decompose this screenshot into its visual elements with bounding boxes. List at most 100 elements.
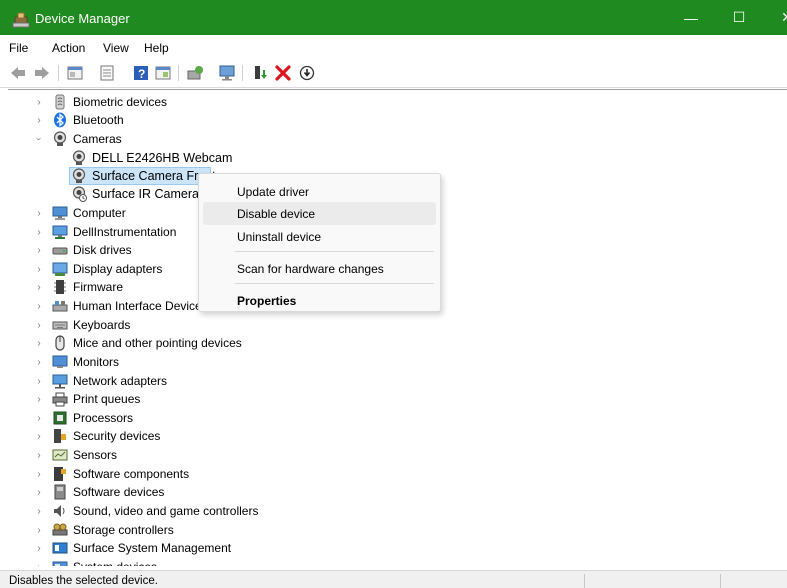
properties-view-icon[interactable] — [66, 64, 84, 82]
tree-item-label: Sensors — [73, 448, 118, 462]
tree-item-cameras[interactable]: › Cameras — [0, 130, 400, 148]
expand-chevron-icon[interactable]: › — [34, 562, 44, 567]
tree-item-label: DELL E2426HB Webcam — [92, 151, 233, 165]
computer-icon — [52, 205, 68, 221]
expand-chevron-icon[interactable]: › — [34, 413, 44, 424]
collapse-chevron-icon[interactable]: › — [34, 134, 45, 144]
expand-chevron-icon[interactable]: › — [34, 301, 44, 312]
mouse-icon — [52, 335, 68, 351]
software-device-icon — [52, 484, 68, 500]
security-device-icon — [52, 428, 68, 444]
tree-item-system-device[interactable]: › System devices — [0, 558, 400, 566]
tree-item-processor[interactable]: › Processors — [0, 409, 400, 427]
tree-item-label: Mice and other pointing devices — [73, 336, 242, 350]
tree-top-border — [8, 89, 787, 90]
expand-chevron-icon[interactable]: › — [34, 245, 44, 256]
tree-item-label: Cameras — [73, 132, 122, 146]
tree-item-label: Software devices — [73, 485, 165, 499]
toolbar-separator — [178, 65, 179, 81]
context-menu-update-driver[interactable]: Update driver — [203, 180, 436, 203]
expand-chevron-icon[interactable]: › — [34, 208, 44, 219]
menu-file[interactable]: File — [9, 41, 28, 55]
tree-item-bluetooth[interactable]: › Bluetooth — [0, 111, 400, 129]
tree-item-storage-controller[interactable]: › Storage controllers — [0, 521, 400, 539]
context-menu-uninstall-device[interactable]: Uninstall device — [203, 225, 436, 248]
forward-arrow-icon[interactable] — [33, 64, 51, 82]
menu-help[interactable]: Help — [144, 41, 169, 55]
disk-drive-icon — [52, 242, 68, 258]
update-driver-icon[interactable] — [186, 64, 204, 82]
tree-item-printer[interactable]: › Print queues — [0, 390, 400, 408]
device-tree[interactable]: › Biometric devices › Bluetooth › Camera… — [0, 91, 787, 566]
menu-bar: File Action View Help — [0, 36, 787, 58]
expand-chevron-icon[interactable]: › — [34, 525, 44, 536]
expand-chevron-icon[interactable]: › — [34, 338, 44, 349]
tree-item-label: Computer — [73, 206, 126, 220]
toolbar-separator — [242, 65, 243, 81]
expand-chevron-icon[interactable]: › — [34, 282, 44, 293]
context-menu-scan-hardware[interactable]: Scan for hardware changes — [203, 257, 436, 280]
surface-management-icon — [52, 540, 68, 556]
expand-chevron-icon[interactable]: › — [34, 394, 44, 405]
webcam-icon — [71, 168, 87, 184]
tree-item-label: DellInstrumentation — [73, 225, 177, 239]
expand-chevron-icon[interactable]: › — [34, 320, 44, 331]
show-hidden-icon[interactable] — [154, 64, 172, 82]
expand-chevron-icon[interactable]: › — [34, 431, 44, 442]
ir-camera-icon — [71, 186, 87, 202]
sensor-icon — [52, 447, 68, 463]
expand-chevron-icon[interactable]: › — [34, 450, 44, 461]
tree-item-label: Sound, video and game controllers — [73, 504, 259, 518]
expand-chevron-icon[interactable]: › — [34, 357, 44, 368]
expand-chevron-icon[interactable]: › — [34, 487, 44, 498]
context-menu-properties[interactable]: Properties — [203, 289, 436, 312]
context-menu-disable-device[interactable]: Disable device — [203, 202, 436, 225]
expand-chevron-icon[interactable]: › — [34, 543, 44, 554]
menu-view[interactable]: View — [103, 41, 129, 55]
system-device-icon — [52, 559, 68, 566]
maximize-button[interactable]: ☐ — [716, 0, 762, 35]
back-arrow-icon[interactable] — [9, 64, 27, 82]
tree-item-label: Print queues — [73, 392, 141, 406]
close-button[interactable]: ✕ — [764, 0, 787, 35]
tree-item-label: Display adapters — [73, 262, 163, 276]
tree-item-sensor[interactable]: › Sensors — [0, 446, 400, 464]
sound-icon — [52, 503, 68, 519]
expand-chevron-icon[interactable]: › — [34, 115, 44, 126]
printer-icon — [52, 391, 68, 407]
tree-item-network-adapter[interactable]: › Network adapters — [0, 372, 400, 390]
expand-chevron-icon[interactable]: › — [34, 97, 44, 108]
processor-icon — [52, 410, 68, 426]
tree-item-monitor[interactable]: › Monitors — [0, 353, 400, 371]
expand-chevron-icon[interactable]: › — [34, 506, 44, 517]
tree-item-label: Bluetooth — [73, 113, 124, 127]
minimize-button[interactable]: — — [668, 0, 714, 35]
toolbar-separator — [58, 65, 59, 81]
status-divider — [720, 574, 721, 588]
tree-item-mouse[interactable]: › Mice and other pointing devices — [0, 334, 400, 352]
menu-action[interactable]: Action — [52, 41, 85, 55]
tree-item-surface-management[interactable]: › Surface System Management — [0, 539, 400, 557]
help-icon[interactable]: ? — [132, 64, 150, 82]
tree-item-software-device[interactable]: › Software devices — [0, 483, 400, 501]
expand-chevron-icon[interactable]: › — [34, 264, 44, 275]
tree-item-dell-webcam[interactable]: DELL E2426HB Webcam — [0, 149, 400, 167]
tree-item-software-component[interactable]: › Software components — [0, 465, 400, 483]
tree-item-sound[interactable]: › Sound, video and game controllers — [0, 502, 400, 520]
tree-item-label: Surface System Management — [73, 541, 232, 555]
keyboard-icon — [52, 317, 68, 333]
expand-chevron-icon[interactable]: › — [34, 227, 44, 238]
tree-item-keyboard[interactable]: › Keyboards — [0, 316, 400, 334]
uninstall-device-icon[interactable] — [274, 64, 292, 82]
tree-item-security-device[interactable]: › Security devices — [0, 427, 400, 445]
software-component-icon — [52, 466, 68, 482]
properties-sheet-icon[interactable] — [98, 64, 116, 82]
expand-chevron-icon[interactable]: › — [34, 376, 44, 387]
add-driver-icon[interactable] — [251, 64, 269, 82]
disable-device-icon[interactable] — [298, 64, 316, 82]
tree-item-label: Storage controllers — [73, 523, 174, 537]
expand-chevron-icon[interactable]: › — [34, 469, 44, 480]
monitor-icon — [52, 354, 68, 370]
scan-hardware-icon[interactable] — [218, 64, 236, 82]
tree-item-biometric[interactable]: › Biometric devices — [0, 93, 400, 111]
